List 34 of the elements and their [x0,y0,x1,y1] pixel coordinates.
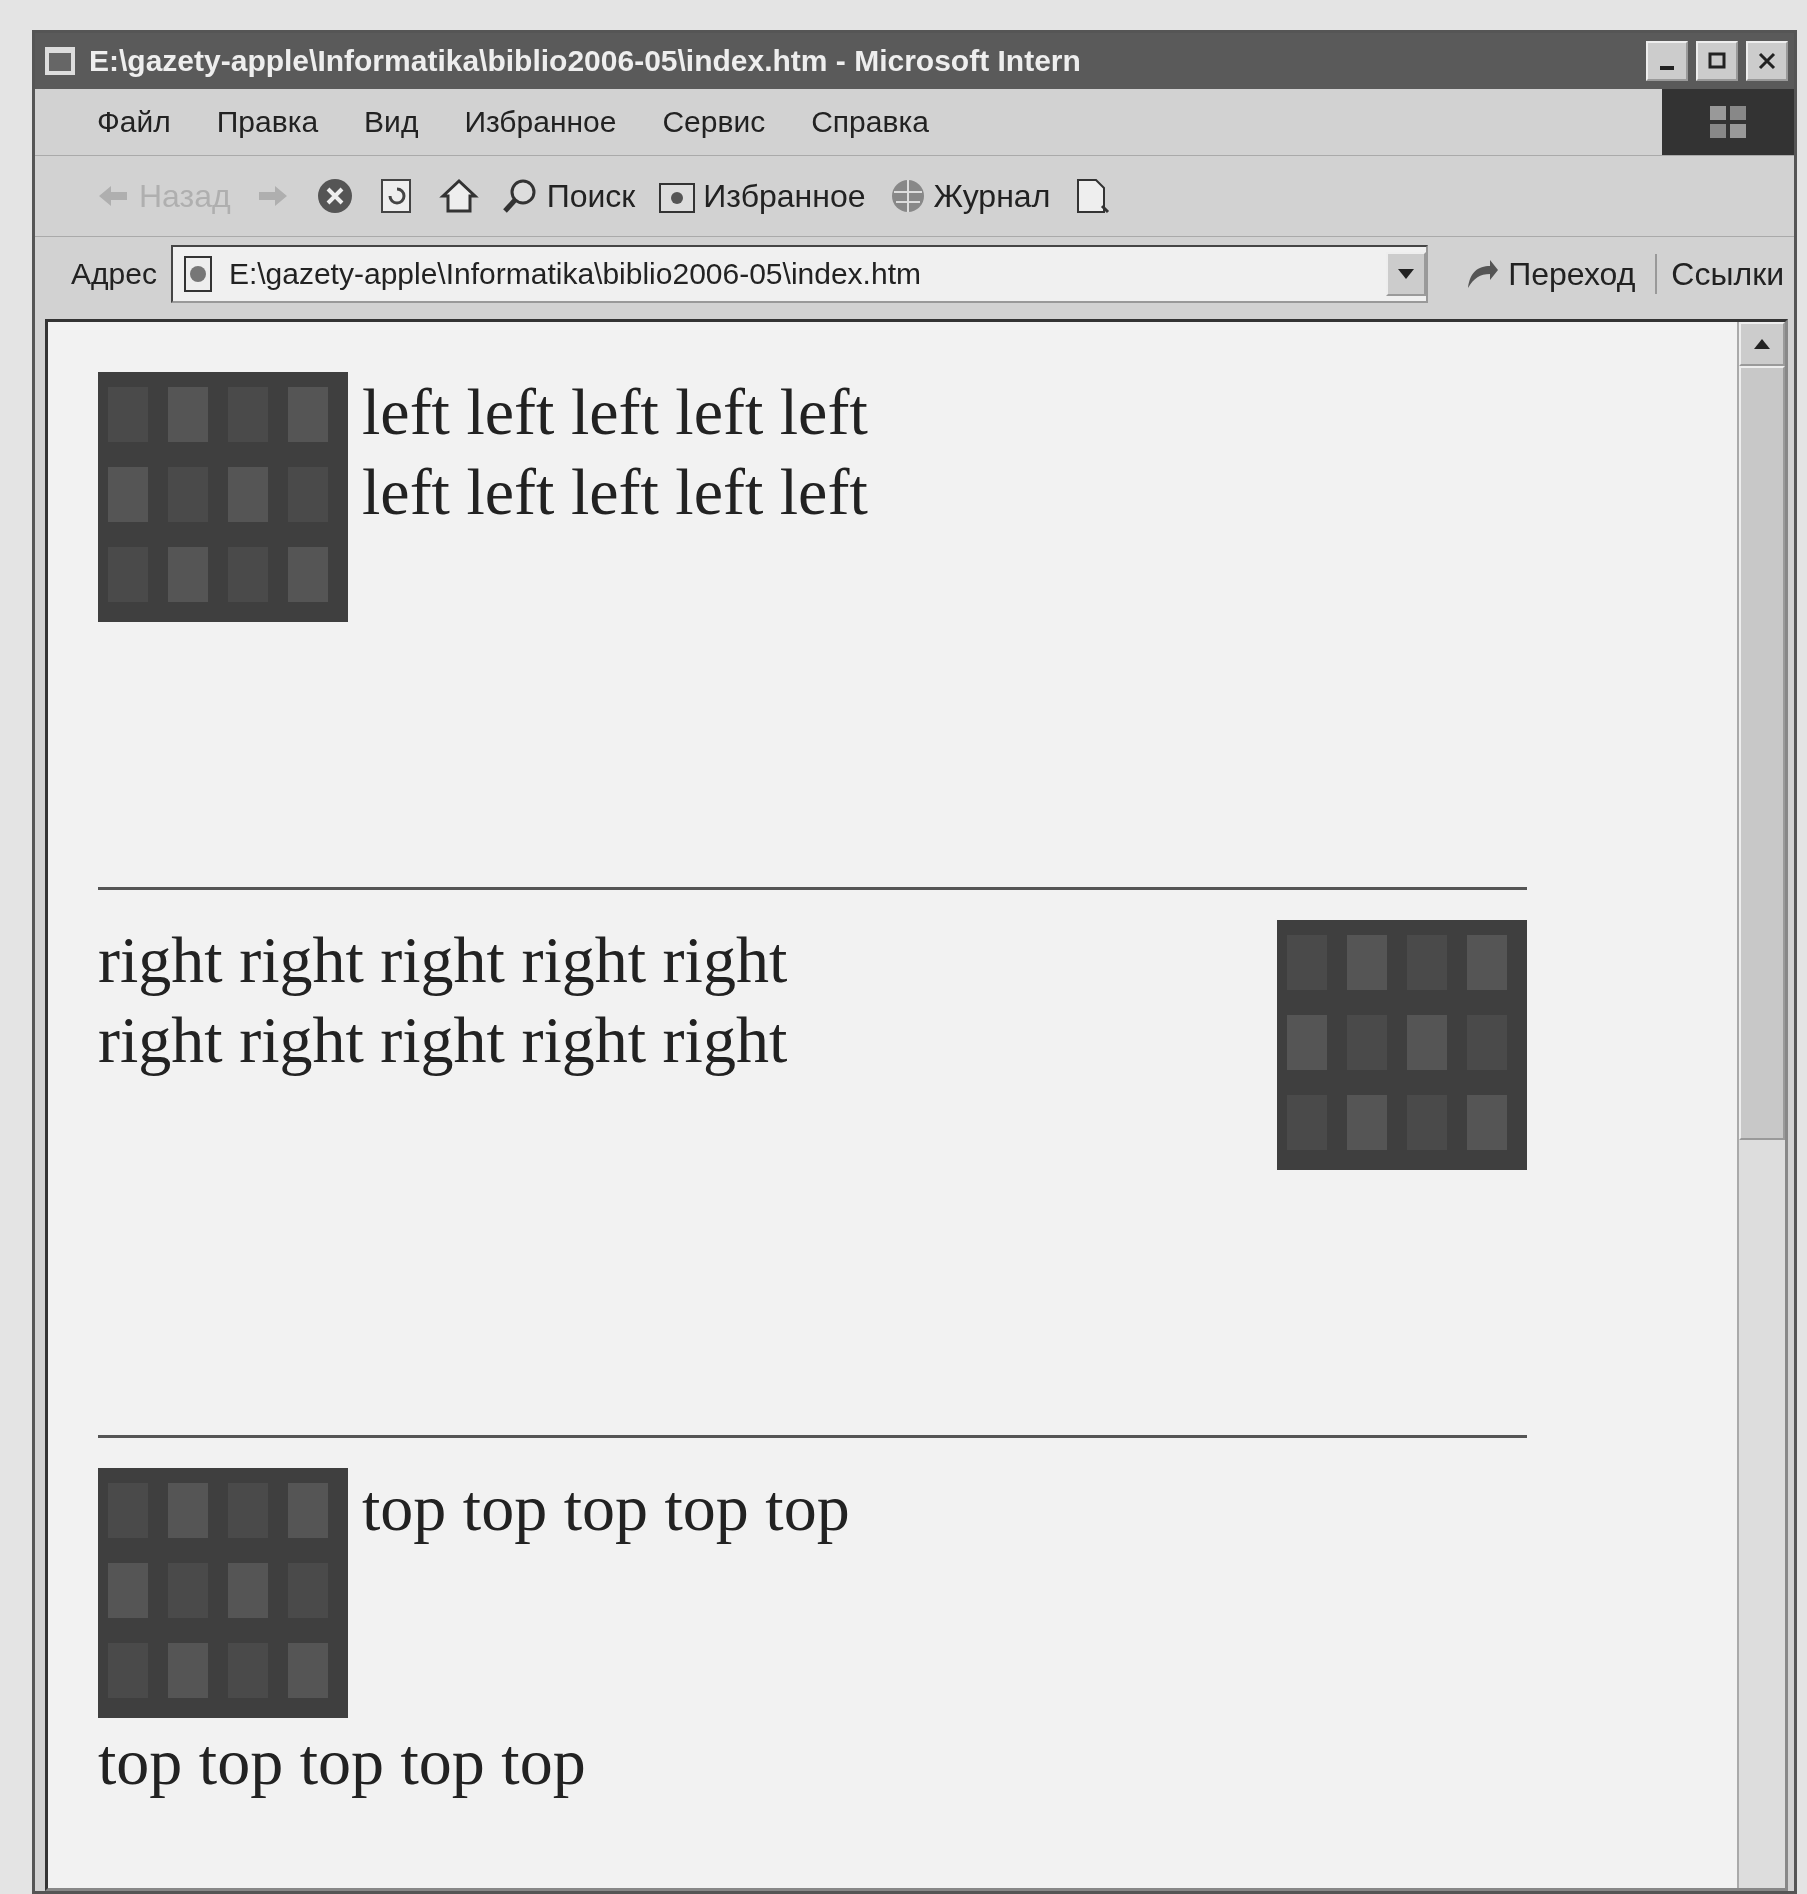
links-button[interactable]: Ссылки [1671,255,1784,293]
address-field[interactable]: E:\gazety-apple\Informatika\biblio2006-05\index.htm [170,245,1429,303]
windows-logo-icon [1662,89,1794,155]
home-icon [438,176,479,216]
text-line: left left left left left [362,374,868,450]
text-line: right right right right right [98,922,788,998]
favorites-button[interactable]: Избранное [657,176,866,216]
menu-item[interactable]: Вид [364,105,419,139]
window-title: E:\gazety-apple\Informatika\biblio2006-05\index.htm - Microsoft Intern [89,44,1082,78]
minimize-button[interactable] [1646,41,1688,81]
scroll-up-button[interactable] [1739,322,1785,366]
caret-up-icon [1754,339,1770,349]
home-button[interactable] [438,176,479,216]
scrollbar-thumb[interactable] [1739,366,1785,1140]
text-line: top top top top top [98,1724,587,1800]
address-label: Адрес [71,257,157,291]
close-button[interactable] [1746,41,1788,81]
search-button[interactable]: Поиск [500,176,636,216]
text-line: top top top top top [362,1470,850,1546]
menu-item[interactable]: Правка [216,105,319,139]
text-line: right right right right right [98,1002,788,1078]
dropdown-button[interactable] [1386,252,1427,296]
history-button[interactable]: Журнал [887,176,1051,216]
menu-item[interactable]: Файл [97,105,171,139]
maximize-icon [1707,51,1727,71]
menu-item[interactable]: Избранное [464,105,617,139]
menu-item[interactable]: Сервис [662,105,766,139]
menu-item[interactable]: Справка [811,105,929,139]
caret-down-icon [1398,269,1415,279]
minimize-icon [1660,66,1674,70]
maximize-button[interactable] [1696,41,1738,81]
text-line: left left left left left [362,454,868,530]
close-icon [1757,51,1777,71]
go-button[interactable]: Переход [1442,254,1658,294]
